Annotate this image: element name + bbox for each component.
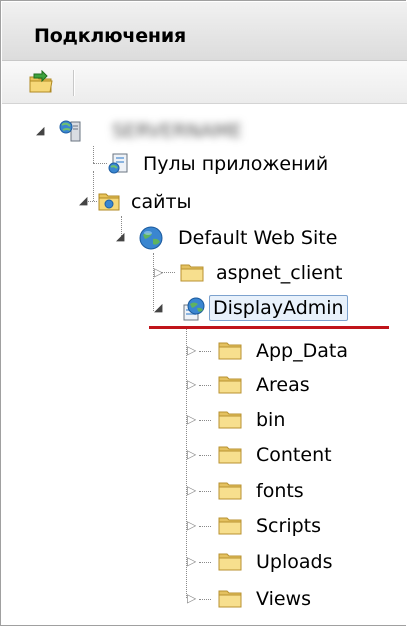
tree-line [199, 351, 211, 352]
globe-icon [138, 225, 163, 250]
folder-icon [179, 260, 204, 284]
expanded-arrow-icon[interactable]: ◢ [36, 124, 44, 137]
folder-icon [217, 442, 242, 466]
tree-node-child[interactable]: ▷ Areas [1, 370, 407, 400]
tree-line [199, 599, 211, 600]
tree-node-app-pools[interactable]: Пулы приложений [1, 149, 407, 179]
collapsed-arrow-icon[interactable]: ▷ [154, 265, 163, 279]
folder-label: Scripts [256, 515, 322, 537]
toolbar-separator [73, 70, 74, 96]
tree-node-child[interactable]: ▷ Uploads [1, 547, 407, 577]
collapsed-arrow-icon[interactable]: ▷ [187, 343, 196, 357]
expanded-arrow-icon[interactable]: ◢ [79, 194, 87, 207]
tree-node-child[interactable]: ▷ App_Data [1, 336, 407, 366]
tree-node-server[interactable]: ◢ SERVERNAME [1, 117, 407, 147]
tree-line [199, 455, 211, 456]
tree-node-aspnet-client[interactable]: ▷ aspnet_client [1, 258, 407, 288]
connections-panel: Подключения ◢ SERVERNAME Пулы приложений… [0, 0, 407, 626]
collapsed-arrow-icon[interactable]: ▷ [187, 412, 196, 426]
annotation-underline [149, 326, 389, 329]
collapsed-arrow-icon[interactable]: ▷ [187, 518, 196, 532]
sites-label: сайты [131, 191, 192, 213]
server-name: SERVERNAME [112, 120, 243, 142]
tree-line [199, 526, 211, 527]
display-admin-label: DisplayAdmin [209, 295, 348, 321]
tree-node-child[interactable]: ▷ fonts [1, 476, 407, 506]
expanded-arrow-icon[interactable]: ◢ [116, 230, 124, 243]
folder-label: Views [256, 588, 311, 610]
tree-node-child[interactable]: ▷ bin [1, 405, 407, 435]
folder-label: fonts [256, 480, 304, 502]
tree-node-default-web-site[interactable]: ◢ Default Web Site [1, 223, 407, 253]
tree-line [199, 420, 211, 421]
folder-icon [217, 407, 242, 431]
web-app-icon [181, 296, 205, 321]
folder-label: App_Data [256, 340, 348, 362]
folder-icon [217, 372, 242, 396]
tree-line [199, 491, 211, 492]
tree-line [199, 385, 211, 386]
connect-folder-icon[interactable] [28, 69, 54, 94]
panel-header: Подключения [2, 2, 407, 61]
collapsed-arrow-icon[interactable]: ▷ [187, 591, 196, 605]
tree-node-child[interactable]: ▷ Views [1, 584, 407, 614]
tree-line [199, 562, 211, 563]
folder-icon [217, 478, 242, 502]
folder-label: Uploads [256, 551, 333, 573]
folder-label: Content [256, 444, 332, 466]
server-icon [59, 119, 83, 143]
folder-icon [217, 549, 242, 573]
panel-title: Подключения [34, 25, 186, 47]
folder-icon [217, 338, 242, 362]
collapsed-arrow-icon[interactable]: ▷ [187, 377, 196, 391]
toolbar [2, 61, 407, 104]
sites-folder-icon [97, 189, 121, 213]
collapsed-arrow-icon[interactable]: ▷ [187, 554, 196, 568]
collapsed-arrow-icon[interactable]: ▷ [187, 483, 196, 497]
folder-label: bin [256, 409, 286, 431]
aspnet-client-label: aspnet_client [216, 262, 343, 284]
folder-icon [217, 513, 242, 537]
default-web-site-label: Default Web Site [178, 227, 338, 249]
folder-icon [217, 586, 242, 610]
folder-label: Areas [256, 374, 310, 396]
tree-node-child[interactable]: ▷ Scripts [1, 511, 407, 541]
tree-node-child[interactable]: ▷ Content [1, 440, 407, 470]
collapsed-arrow-icon[interactable]: ▷ [187, 447, 196, 461]
app-pools-label: Пулы приложений [143, 153, 329, 175]
app-pools-icon [107, 151, 131, 175]
tree-node-display-admin[interactable]: ◢ DisplayAdmin [1, 294, 407, 324]
expanded-arrow-icon[interactable]: ◢ [154, 301, 162, 314]
tree-node-sites[interactable]: ◢ сайты [1, 187, 407, 217]
